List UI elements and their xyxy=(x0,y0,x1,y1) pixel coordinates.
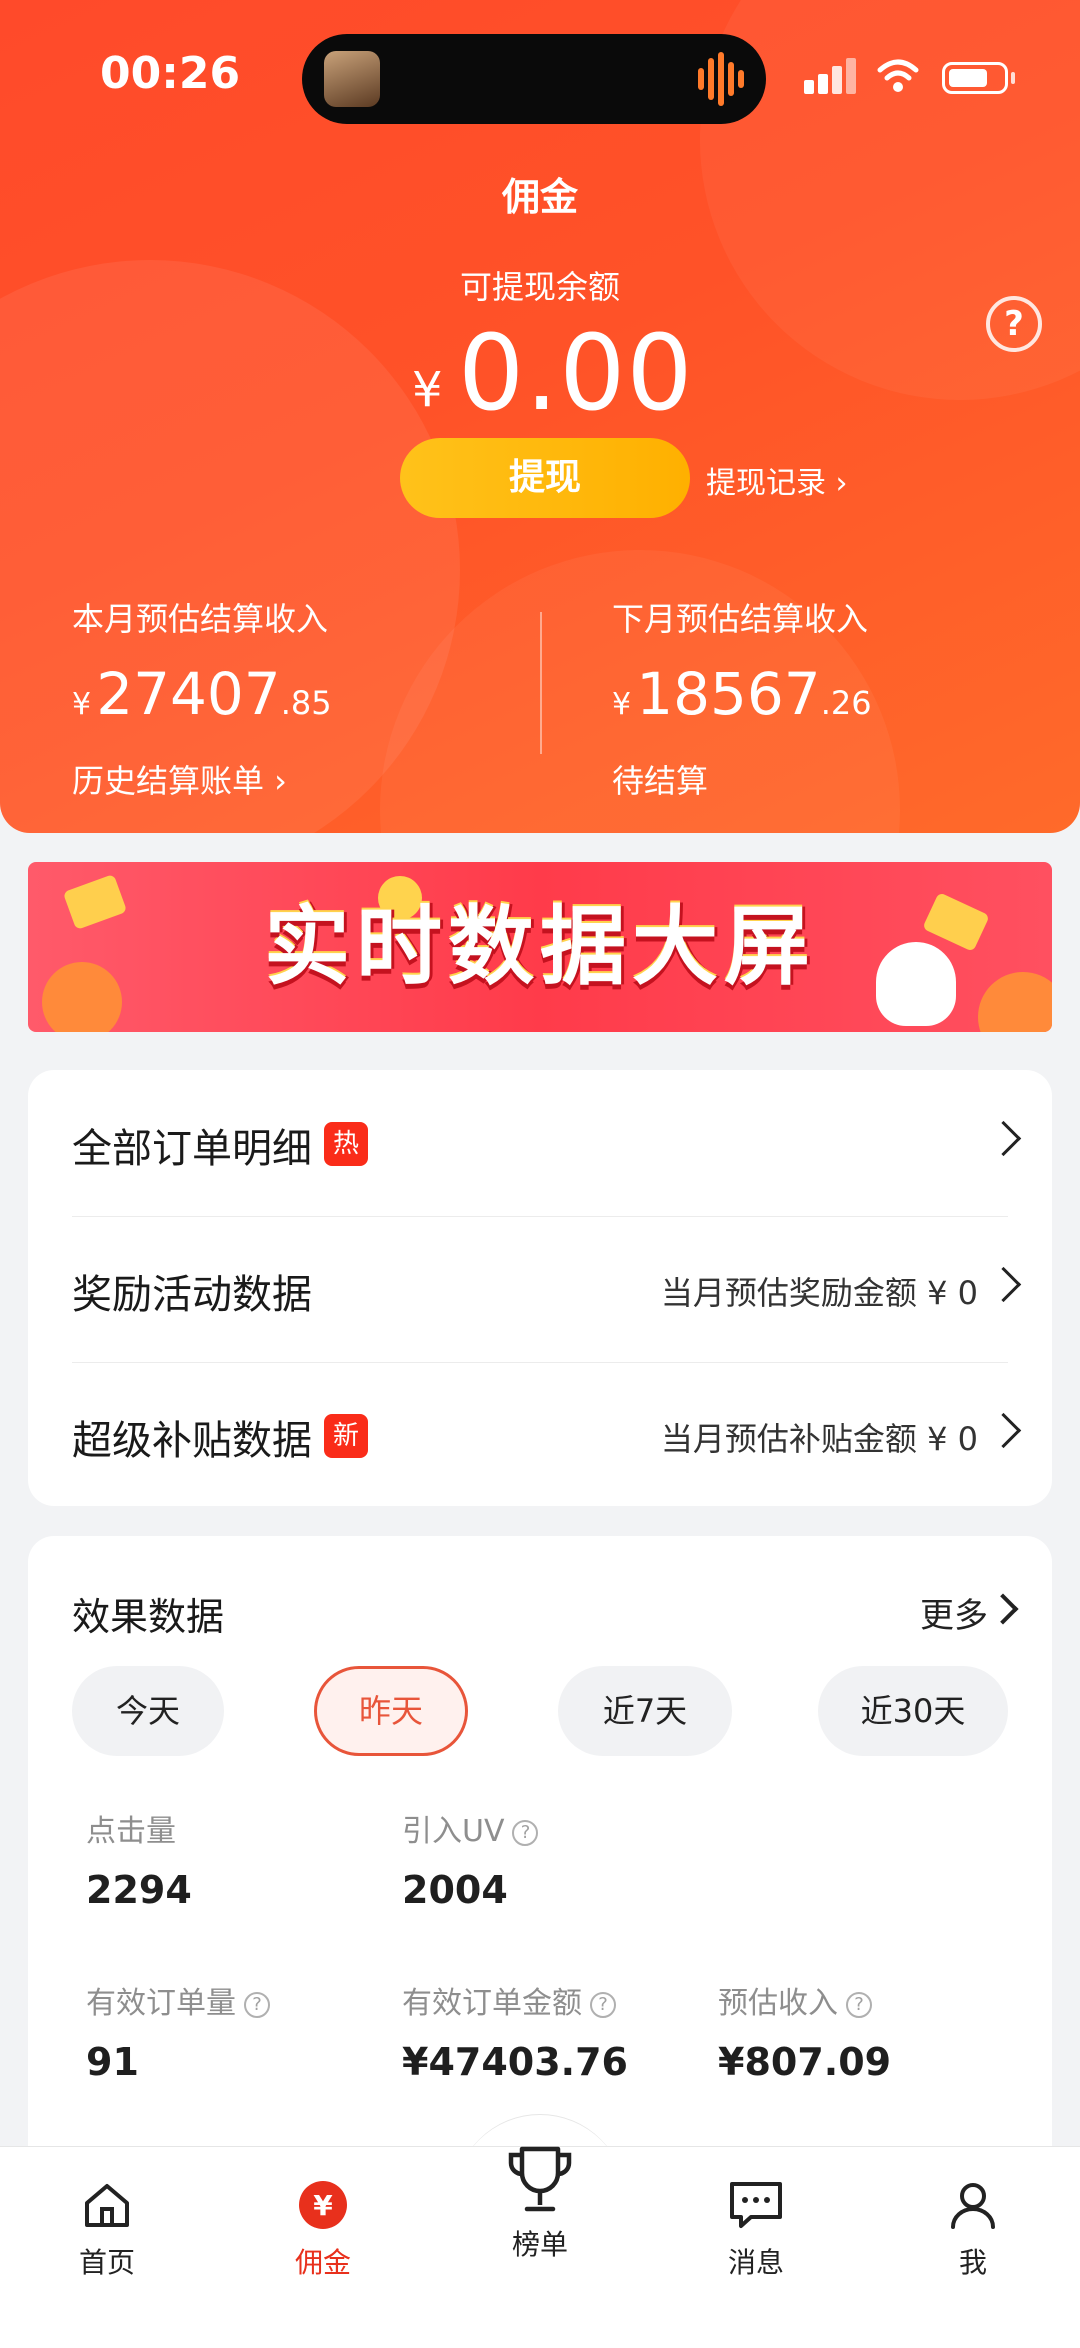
tab-label: 消息 xyxy=(727,2246,784,2279)
next-month-income-value: ¥ 18567.26 xyxy=(612,660,872,728)
battery-tip xyxy=(1011,72,1015,84)
metric-label-text: 有效订单金额 xyxy=(402,1986,582,2021)
audio-wave-bar xyxy=(738,70,744,88)
balance-amount: 0.00 xyxy=(458,312,694,434)
realtime-data-banner[interactable]: 实时数据大屏 xyxy=(28,862,1052,1032)
help-circle-icon[interactable]: ? xyxy=(244,1992,270,2018)
metric-value: 2294 xyxy=(86,1868,192,1912)
tab-label: 我 xyxy=(958,2246,987,2279)
audio-wave-bar xyxy=(708,58,714,100)
message-icon xyxy=(730,2182,782,2228)
currency-symbol: ¥ xyxy=(72,687,92,722)
wifi-icon xyxy=(877,59,919,92)
tab-commission[interactable]: ¥ 佣金 xyxy=(253,2179,393,2281)
new-badge: 新 xyxy=(324,1414,368,1458)
range-7days[interactable]: 近7天 xyxy=(558,1666,732,1756)
commission-header: 00:26 佣金 ? 可提现余额 ¥ 0.00 提现 提现记录 › 本月预估结算… xyxy=(0,0,1080,833)
metric-label-text: 点击量 xyxy=(86,1814,176,1849)
row-title: 超级补贴数据 xyxy=(72,1418,312,1464)
yuan-icon: ¥ xyxy=(299,2181,347,2229)
audio-wave-icon xyxy=(698,68,704,90)
pending-settlement-link[interactable]: 待结算 xyxy=(612,756,708,802)
range-30days[interactable]: 近30天 xyxy=(818,1666,1008,1756)
tab-me[interactable]: 我 xyxy=(903,2179,1043,2281)
metric-label: 引入UV? xyxy=(402,1806,539,1850)
range-yesterday[interactable]: 昨天 xyxy=(314,1666,468,1756)
metric-label: 有效订单量? xyxy=(86,1978,270,2022)
audio-wave-bar xyxy=(718,52,724,106)
metric-label-text: 有效订单量 xyxy=(86,1986,236,2021)
dynamic-island xyxy=(302,34,766,124)
range-today[interactable]: 今天 xyxy=(72,1666,224,1756)
balance-currency: ¥ xyxy=(412,362,443,418)
bottom-tab-bar: 首页 ¥ 佣金 榜单 消息 我 xyxy=(0,2146,1080,2348)
help-circle-icon[interactable]: ? xyxy=(512,1820,539,1846)
row-title: 奖励活动数据 xyxy=(72,1272,312,1318)
metric-label: 有效订单金额? xyxy=(402,1978,616,2022)
tab-label: 榜单 xyxy=(511,2228,568,2261)
metric-value: 91 xyxy=(86,2040,139,2084)
withdraw-record-link[interactable]: 提现记录 › xyxy=(706,458,848,502)
super-subsidy-row[interactable]: 超级补贴数据 新 当月预估补贴金额 ¥ 0 xyxy=(28,1362,1052,1508)
currency-symbol: ¥ xyxy=(612,687,632,722)
user-icon xyxy=(951,2183,995,2229)
chevron-right-icon xyxy=(985,1266,1022,1303)
tab-label: 佣金 xyxy=(294,2246,351,2279)
this-month-income-label: 本月预估结算收入 xyxy=(72,600,329,638)
banner-title: 实时数据大屏 xyxy=(264,897,816,997)
this-month-income-value: ¥ 27407.85 xyxy=(72,660,332,728)
next-month-income-label: 下月预估结算收入 xyxy=(612,600,869,638)
metric-label-text: 引入UV xyxy=(402,1814,505,1849)
metric-value: ¥807.09 xyxy=(718,2040,892,2084)
tab-messages[interactable]: 消息 xyxy=(686,2179,826,2281)
performance-data-card: 效果数据 更多 今天 昨天 近7天 近30天 点击量 2294 引入UV? 20… xyxy=(28,1536,1052,2186)
metric-label: 预估收入? xyxy=(718,1978,872,2022)
balance-label: 可提现余额 xyxy=(459,268,620,306)
income-integer: 27407 xyxy=(96,660,281,728)
metric-label-text: 预估收入 xyxy=(718,1986,838,2021)
tab-label: 首页 xyxy=(78,2246,135,2279)
more-link[interactable]: 更多 xyxy=(920,1588,988,1637)
reward-estimate: 当月预估奖励金额 ¥ 0 xyxy=(660,1274,978,1312)
tab-home[interactable]: 首页 xyxy=(37,2179,177,2281)
help-circle-icon[interactable]: ? xyxy=(590,1992,616,2018)
metric-value: 2004 xyxy=(402,1868,508,1912)
chevron-right-icon xyxy=(985,1412,1022,1449)
now-playing-artwork xyxy=(324,51,380,107)
cellular-signal-icon xyxy=(804,58,864,98)
income-divider xyxy=(540,612,542,754)
chevron-right-icon xyxy=(985,1120,1022,1157)
all-orders-row[interactable]: 全部订单明细 热 xyxy=(28,1070,1052,1216)
battery-icon xyxy=(942,62,1008,94)
settlement-history-link[interactable]: 历史结算账单 › xyxy=(72,756,287,802)
withdraw-button[interactable]: 提现 xyxy=(400,438,690,518)
page-title: 佣金 xyxy=(501,175,578,219)
reward-activity-row[interactable]: 奖励活动数据 当月预估奖励金额 ¥ 0 xyxy=(28,1216,1052,1362)
battery-level xyxy=(949,69,987,87)
data-links-card: 全部订单明细 热 奖励活动数据 当月预估奖励金额 ¥ 0 超级补贴数据 新 当月… xyxy=(28,1070,1052,1506)
status-time: 00:26 xyxy=(100,48,241,99)
help-circle-icon[interactable]: ? xyxy=(846,1992,872,2018)
tab-ranking[interactable]: 榜单 xyxy=(470,2143,610,2263)
income-decimal: .85 xyxy=(280,684,332,722)
metric-value: ¥47403.76 xyxy=(402,2040,628,2084)
row-title: 全部订单明细 xyxy=(72,1126,312,1172)
income-integer: 18567 xyxy=(636,660,821,728)
chevron-right-icon xyxy=(987,1593,1019,1625)
home-icon xyxy=(85,2184,129,2227)
income-decimal: .26 xyxy=(820,684,872,722)
section-title: 效果数据 xyxy=(72,1595,225,1639)
metric-label: 点击量 xyxy=(86,1806,176,1850)
trophy-icon xyxy=(508,2146,572,2212)
audio-wave-bar xyxy=(728,62,734,96)
svg-text:¥: ¥ xyxy=(313,2189,333,2222)
subsidy-estimate: 当月预估补贴金额 ¥ 0 xyxy=(660,1420,978,1458)
hot-badge: 热 xyxy=(324,1122,368,1166)
